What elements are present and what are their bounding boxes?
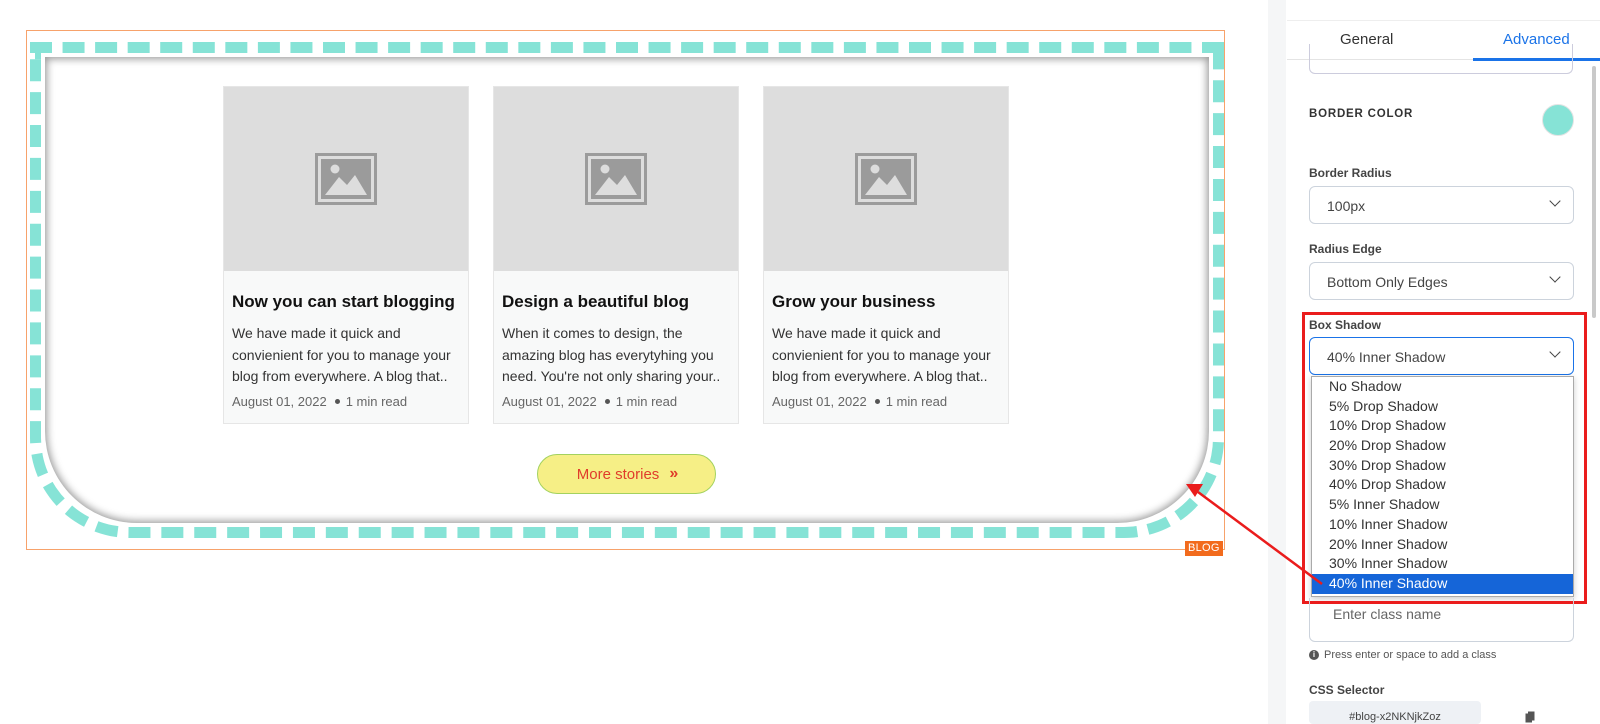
class-hint: i Press enter or space to add a class bbox=[1309, 649, 1496, 661]
image-icon bbox=[855, 153, 917, 205]
image-placeholder bbox=[764, 87, 1008, 271]
class-name-input[interactable]: Enter class name bbox=[1309, 598, 1574, 642]
separator-dot bbox=[604, 399, 610, 405]
card-date: August 01, 2022 bbox=[502, 394, 597, 409]
more-stories-label: More stories bbox=[576, 465, 660, 483]
card-meta: August 01, 2022 1 min read bbox=[502, 394, 677, 409]
card-description: We have made it quick and convienient fo… bbox=[232, 325, 451, 384]
copy-icon[interactable] bbox=[1525, 711, 1535, 723]
image-icon bbox=[585, 153, 647, 205]
card-date: August 01, 2022 bbox=[772, 394, 867, 409]
double-chevron-right-icon: » bbox=[669, 465, 678, 482]
border-radius-select[interactable]: 100px bbox=[1309, 186, 1574, 224]
blog-card[interactable]: Now you can start blogging We have made … bbox=[223, 86, 469, 424]
class-name-placeholder: Enter class name bbox=[1333, 606, 1442, 622]
radius-edge-label: Radius Edge bbox=[1309, 242, 1382, 256]
class-hint-text: Press enter or space to add a class bbox=[1324, 649, 1497, 661]
image-icon bbox=[315, 153, 377, 205]
panel-scrollbar[interactable] bbox=[1592, 66, 1596, 318]
more-stories-button[interactable]: More stories » bbox=[537, 454, 716, 494]
border-color-label: BORDER COLOR bbox=[1309, 108, 1414, 120]
border-color-swatch[interactable] bbox=[1542, 104, 1574, 136]
chevron-down-icon bbox=[1549, 195, 1561, 207]
element-type-tag[interactable]: BLOG bbox=[1185, 541, 1223, 556]
radius-edge-value: Bottom Only Edges bbox=[1327, 274, 1448, 290]
card-read-time: 1 min read bbox=[885, 394, 948, 409]
card-read-time: 1 min read bbox=[345, 394, 408, 409]
css-selector-label: CSS Selector bbox=[1309, 683, 1385, 697]
image-placeholder bbox=[224, 87, 468, 271]
card-title[interactable]: Design a beautiful blog bbox=[502, 292, 689, 312]
css-selector-value[interactable]: #blog-x2NKNjkZoz bbox=[1309, 701, 1481, 724]
border-radius-value: 100px bbox=[1327, 198, 1366, 214]
blog-card[interactable]: Grow your business We have made it quick… bbox=[763, 86, 1009, 424]
annotation-highlight-box bbox=[1302, 312, 1587, 604]
card-description: When it comes to design, the amazing blo… bbox=[502, 325, 721, 384]
card-title[interactable]: Grow your business bbox=[772, 292, 935, 312]
card-description: We have made it quick and convienient fo… bbox=[772, 325, 991, 384]
card-meta: August 01, 2022 1 min read bbox=[232, 394, 407, 409]
separator-dot bbox=[874, 399, 880, 405]
card-title[interactable]: Now you can start blogging bbox=[232, 292, 455, 312]
blog-card[interactable]: Design a beautiful blog When it comes to… bbox=[493, 86, 739, 424]
card-date: August 01, 2022 bbox=[232, 394, 327, 409]
panel-gutter bbox=[1268, 0, 1286, 724]
separator-dot bbox=[334, 399, 340, 405]
image-placeholder bbox=[494, 87, 738, 271]
info-icon: i bbox=[1309, 650, 1319, 660]
border-radius-label: Border Radius bbox=[1309, 166, 1392, 180]
radius-edge-select[interactable]: Bottom Only Edges bbox=[1309, 262, 1574, 300]
card-read-time: 1 min read bbox=[615, 394, 678, 409]
editor-canvas: Now you can start blogging We have made … bbox=[0, 0, 1268, 724]
chevron-down-icon bbox=[1549, 271, 1561, 283]
card-meta: August 01, 2022 1 min read bbox=[772, 394, 947, 409]
previous-field[interactable] bbox=[1309, 44, 1573, 74]
